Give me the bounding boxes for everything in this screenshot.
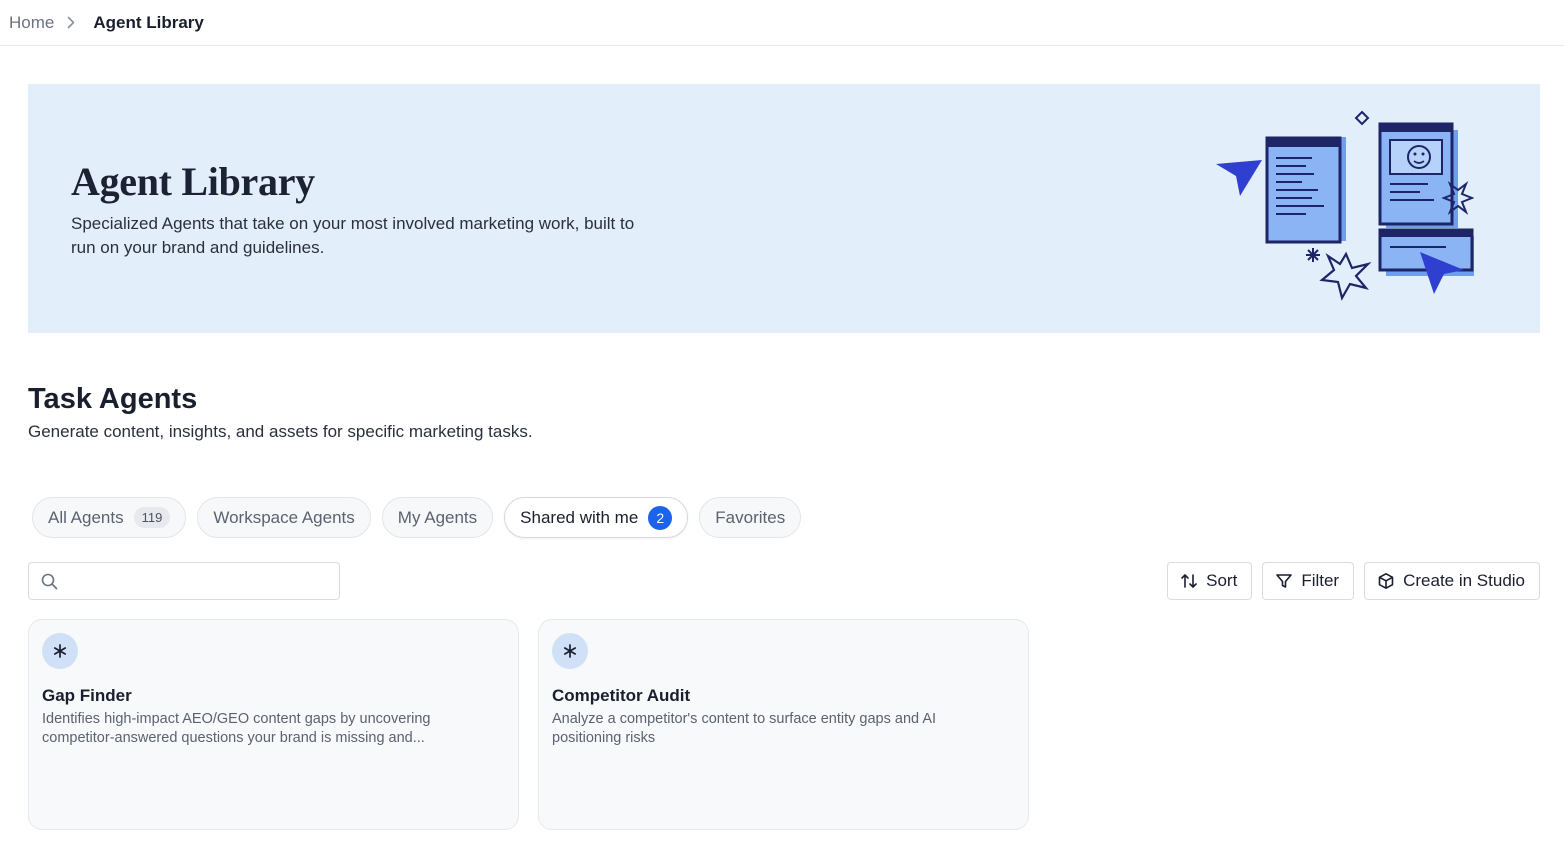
asterisk-icon — [42, 633, 78, 669]
hero-banner: Agent Library Specialized Agents that ta… — [28, 84, 1540, 333]
agent-card-title: Gap Finder — [42, 686, 132, 705]
breadcrumb-home-link[interactable]: Home — [9, 13, 54, 33]
tab-label: Workspace Agents — [213, 507, 355, 527]
filter-button[interactable]: Filter — [1262, 562, 1355, 600]
search-icon — [41, 573, 58, 590]
filter-label: Filter — [1301, 571, 1340, 590]
sort-button[interactable]: Sort — [1167, 562, 1253, 600]
tab-my-agents[interactable]: My Agents — [381, 497, 494, 538]
tab-label: Shared with me — [520, 507, 639, 527]
tab-all-agents[interactable]: All Agents 119 — [32, 497, 187, 538]
agent-library-illustration — [1216, 110, 1474, 301]
agent-card-title: Competitor Audit — [552, 686, 691, 705]
page-description: Specialized Agents that take on your mos… — [71, 214, 635, 257]
agent-card-description: Identifies high-impact AEO/GEO content g… — [42, 711, 431, 746]
sort-label: Sort — [1206, 571, 1238, 590]
search-box — [28, 562, 340, 600]
tab-shared-with-me[interactable]: Shared with me 2 — [504, 497, 689, 538]
notification-badge: 2 — [648, 505, 673, 530]
tab-label: Favorites — [715, 507, 786, 527]
agent-card-grid: Gap Finder Identifies high-impact AEO/GE… — [28, 619, 1029, 830]
agent-card-description: Analyze a competitor's content to surfac… — [552, 711, 937, 746]
tab-label: My Agents — [397, 507, 478, 527]
chevron-right-icon — [67, 16, 77, 30]
agent-filter-tabs: All Agents 119 Workspace Agents My Agent… — [32, 497, 802, 538]
breadcrumb: Home Agent Library — [0, 0, 1564, 46]
tab-count-badge: 119 — [133, 507, 171, 528]
create-in-studio-button[interactable]: Create in Studio — [1364, 562, 1540, 600]
tab-favorites[interactable]: Favorites — [699, 497, 802, 538]
asterisk-icon — [552, 633, 588, 669]
agent-card-gap-finder[interactable]: Gap Finder Identifies high-impact AEO/GE… — [28, 619, 519, 830]
section-title: Task Agents — [28, 383, 198, 415]
page-title: Agent Library — [71, 159, 315, 204]
cube-icon — [1377, 572, 1395, 590]
filter-funnel-icon — [1275, 572, 1293, 590]
breadcrumb-current: Agent Library — [93, 12, 204, 32]
tab-label: All Agents — [48, 507, 124, 527]
agent-card-competitor-audit[interactable]: Competitor Audit Analyze a competitor's … — [538, 619, 1029, 830]
section-description: Generate content, insights, and assets f… — [28, 422, 533, 441]
toolbar-actions: Sort Filter Create in Studio — [1167, 562, 1540, 600]
sort-arrows-icon — [1180, 572, 1198, 590]
create-label: Create in Studio — [1403, 571, 1525, 590]
tab-workspace-agents[interactable]: Workspace Agents — [197, 497, 371, 538]
search-input[interactable] — [66, 572, 339, 590]
